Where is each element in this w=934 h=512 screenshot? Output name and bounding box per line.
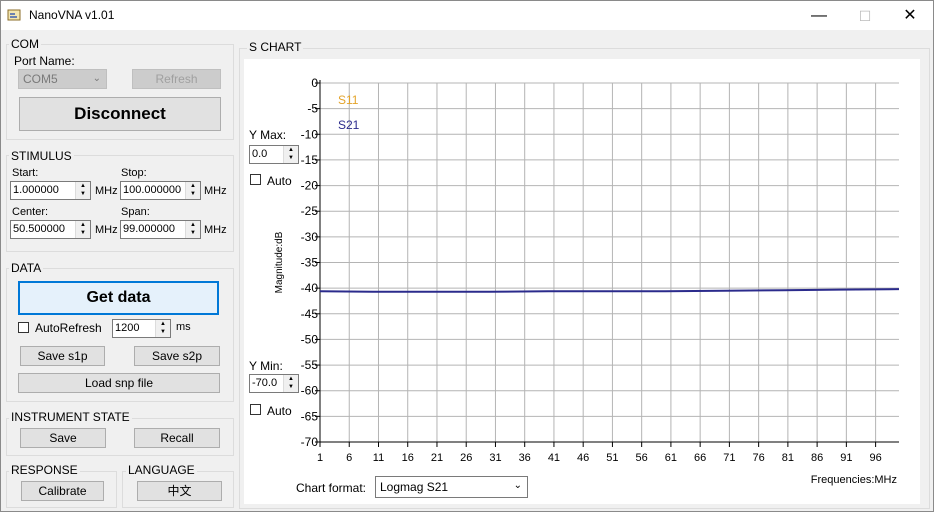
- y-axis-title: Magnitude:dB: [274, 231, 285, 293]
- x-tick-label: 66: [694, 452, 706, 464]
- x-tick-label: 11: [373, 452, 384, 464]
- series-line-s21: [319, 288, 900, 293]
- x-tick-label: 21: [431, 452, 443, 464]
- y-tick-label: -10: [301, 127, 319, 141]
- y-tick-label: -65: [301, 409, 319, 423]
- x-tick-label: 16: [402, 452, 414, 464]
- x-tick-label: 51: [606, 452, 618, 464]
- x-tick-label: 31: [489, 452, 501, 464]
- x-tick-label: 41: [548, 452, 560, 464]
- x-tick-label: 91: [840, 452, 852, 464]
- x-axis-title: Frequencies:MHz: [811, 474, 897, 486]
- y-tick-label: -35: [301, 256, 319, 270]
- y-tick-label: -60: [301, 384, 319, 398]
- y-tick-label: -45: [301, 307, 319, 321]
- y-tick-label: -50: [301, 332, 319, 346]
- y-tick-label: -25: [301, 204, 319, 218]
- y-tick-label: 0: [311, 76, 318, 90]
- y-tick-label: -20: [301, 179, 319, 193]
- x-tick-label: 81: [782, 452, 794, 464]
- y-tick-label: -55: [301, 358, 319, 372]
- x-tick-label: 96: [869, 452, 881, 464]
- y-tick-label: -30: [301, 230, 319, 244]
- legend-entry-s21: S21: [338, 118, 360, 132]
- y-tick-label: -15: [301, 153, 319, 167]
- chart-format-value: Logmag S21: [380, 480, 449, 494]
- x-tick-label: 56: [636, 452, 648, 464]
- y-tick-label: -5: [307, 102, 318, 116]
- s-chart-plot: 0 -5 -10 -15 -20 -25 -30 -35 -40 -45 -50 -55 -60 -65 -…: [274, 76, 900, 486]
- x-tick-label: 46: [577, 452, 589, 464]
- x-tick-label: 76: [753, 452, 765, 464]
- x-tick-label: 86: [811, 452, 823, 464]
- chevron-down-icon: ⌄: [513, 480, 522, 491]
- legend-entry-s11: S11: [338, 93, 359, 107]
- chart-format-select[interactable]: Logmag S21 ⌄: [375, 476, 528, 498]
- y-tick-label: -70: [301, 435, 319, 449]
- x-tick-label: 26: [460, 452, 472, 464]
- x-tick-label: 61: [665, 452, 677, 464]
- chart-format-label: Chart format:: [296, 481, 367, 495]
- x-tick-label: 36: [519, 452, 531, 464]
- x-tick-label: 1: [317, 452, 323, 464]
- x-tick-label: 6: [346, 452, 352, 464]
- x-tick-label: 71: [723, 452, 735, 464]
- y-tick-label: -40: [301, 281, 319, 295]
